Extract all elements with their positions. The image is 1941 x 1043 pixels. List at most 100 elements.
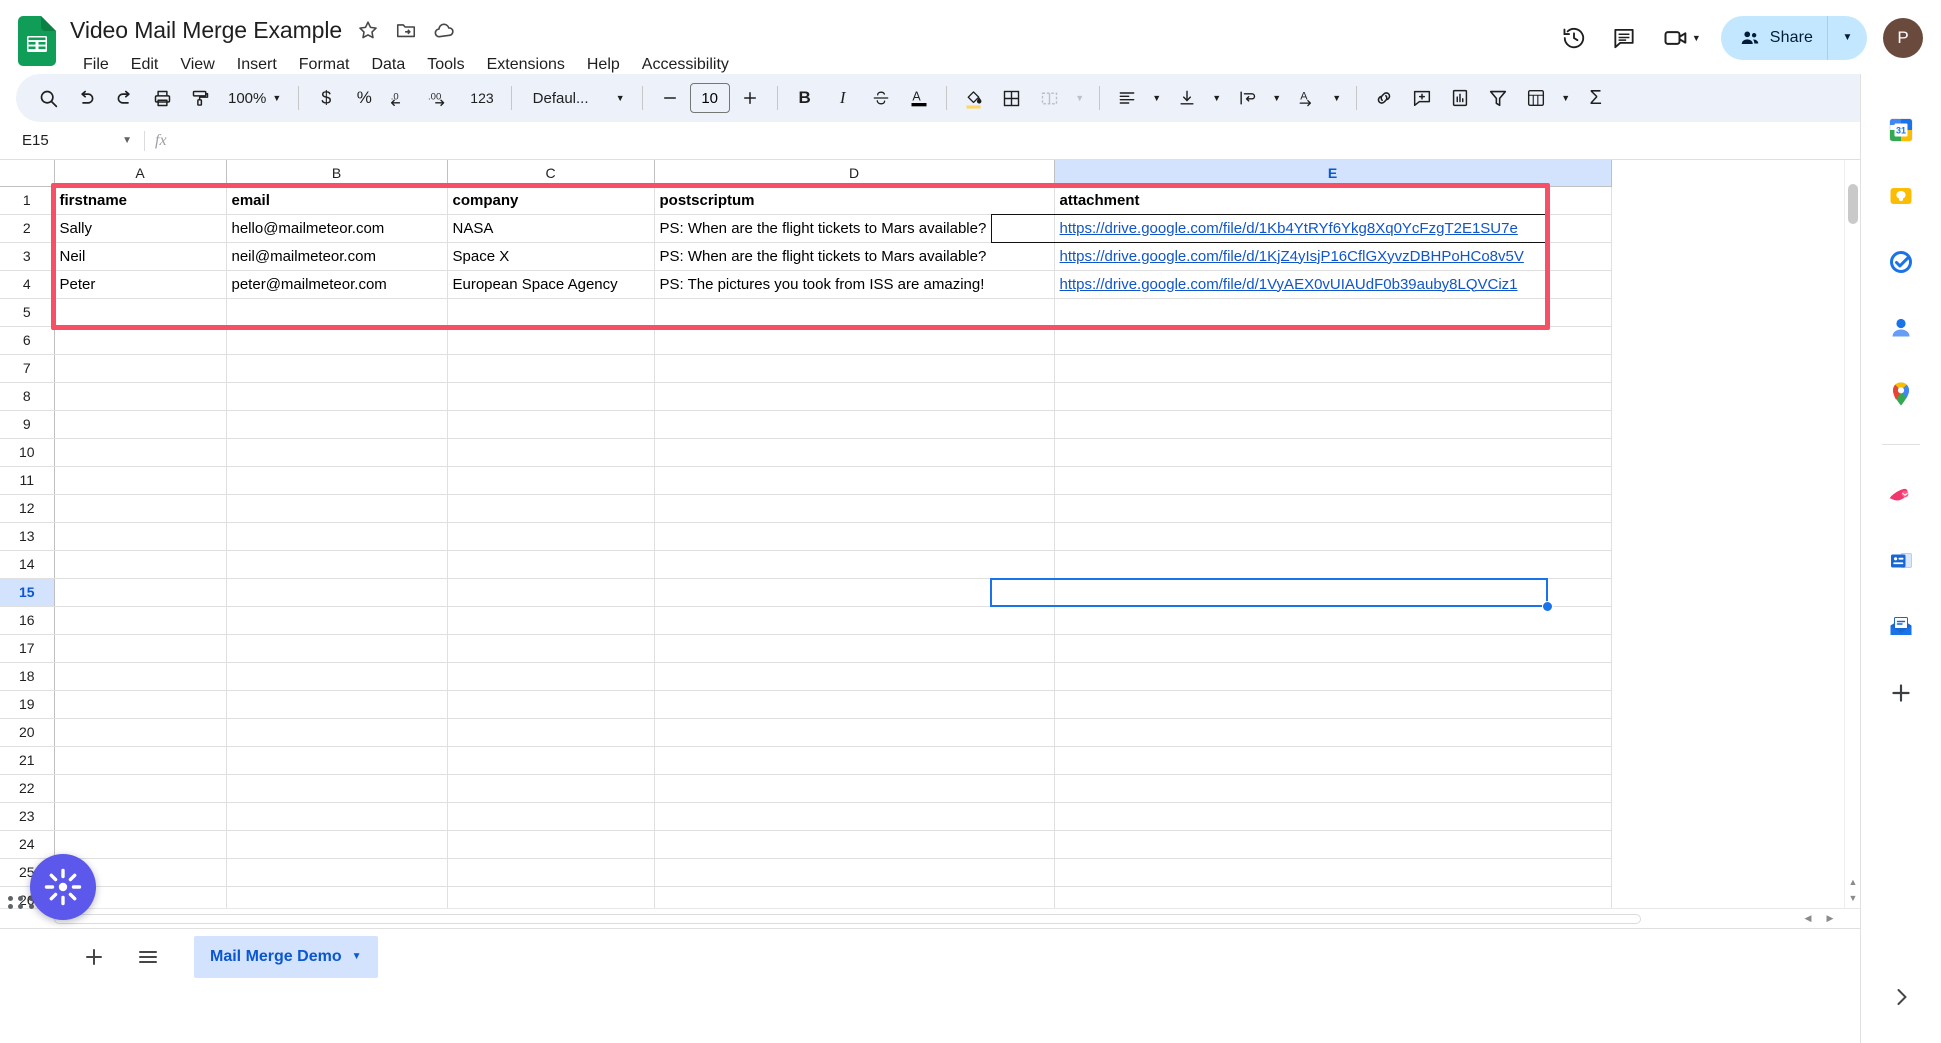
increase-decimal-button[interactable]: .00 <box>422 80 460 116</box>
decrease-font-size-button[interactable] <box>652 80 688 116</box>
cell-b22[interactable] <box>226 774 448 803</box>
cell-c7[interactable] <box>447 354 655 383</box>
cell-d26[interactable] <box>654 886 1055 908</box>
cell-c20[interactable] <box>447 718 655 747</box>
cell-d5[interactable] <box>654 298 1055 327</box>
cell-a13[interactable] <box>54 522 227 551</box>
merge-cells-caret-icon[interactable]: ▼ <box>1070 80 1090 116</box>
menu-accessibility[interactable]: Accessibility <box>631 52 740 78</box>
cell-e3[interactable]: https://drive.google.com/file/d/1KjZ4yIs… <box>1054 242 1612 271</box>
cell-c8[interactable] <box>447 382 655 411</box>
row-header-10[interactable]: 10 <box>0 438 55 467</box>
cell-b13[interactable] <box>226 522 448 551</box>
cell-d23[interactable] <box>654 802 1055 831</box>
cell-b24[interactable] <box>226 830 448 859</box>
cell-e25[interactable] <box>1054 858 1612 887</box>
cell-b1[interactable]: email <box>226 186 448 215</box>
horizontal-scroll-thumb[interactable] <box>54 913 1641 924</box>
cell-e19[interactable] <box>1054 690 1612 719</box>
cell-c10[interactable] <box>447 438 655 467</box>
cell-c6[interactable] <box>447 326 655 355</box>
more-formats-button[interactable]: 123 <box>462 80 501 116</box>
cell-c14[interactable] <box>447 550 655 579</box>
row-header-1[interactable]: 1 <box>0 186 55 215</box>
strikethrough-button[interactable] <box>863 80 899 116</box>
cell-b21[interactable] <box>226 746 448 775</box>
cell-d11[interactable] <box>654 466 1055 495</box>
cell-e6[interactable] <box>1054 326 1612 355</box>
cell-e12[interactable] <box>1054 494 1612 523</box>
cell-b12[interactable] <box>226 494 448 523</box>
cell-a17[interactable] <box>54 634 227 663</box>
cell-d18[interactable] <box>654 662 1055 691</box>
menu-help[interactable]: Help <box>576 52 631 78</box>
font-family-select[interactable]: Defaul... ▼ <box>521 80 633 116</box>
cell-c23[interactable] <box>447 802 655 831</box>
cell-b16[interactable] <box>226 606 448 635</box>
text-wrapping-caret-icon[interactable]: ▼ <box>1267 80 1287 116</box>
row-header-7[interactable]: 7 <box>0 354 55 383</box>
print-icon[interactable] <box>144 80 180 116</box>
row-header-6[interactable]: 6 <box>0 326 55 355</box>
scroll-left-arrow-icon[interactable]: ◀ <box>1797 913 1819 924</box>
row-header-20[interactable]: 20 <box>0 718 55 747</box>
insert-chart-icon[interactable] <box>1442 80 1478 116</box>
cell-a16[interactable] <box>54 606 227 635</box>
cell-c18[interactable] <box>447 662 655 691</box>
cell-b18[interactable] <box>226 662 448 691</box>
column-header-b[interactable]: B <box>226 160 448 187</box>
cell-c17[interactable] <box>447 634 655 663</box>
cell-d10[interactable] <box>654 438 1055 467</box>
cell-e17[interactable] <box>1054 634 1612 663</box>
cell-d6[interactable] <box>654 326 1055 355</box>
row-header-8[interactable]: 8 <box>0 382 55 411</box>
cell-b2[interactable]: hello@mailmeteor.com <box>226 214 448 243</box>
text-rotation-caret-icon[interactable]: ▼ <box>1327 80 1347 116</box>
cell-a2[interactable]: Sally <box>54 214 227 243</box>
vertical-scrollbar[interactable]: ▲ ▼ <box>1844 160 1860 908</box>
cell-c2[interactable]: NASA <box>447 214 655 243</box>
cell-a7[interactable] <box>54 354 227 383</box>
vertical-align-caret-icon[interactable]: ▼ <box>1207 80 1227 116</box>
cell-c19[interactable] <box>447 690 655 719</box>
row-header-11[interactable]: 11 <box>0 466 55 495</box>
menu-insert[interactable]: Insert <box>226 52 288 78</box>
cell-d24[interactable] <box>654 830 1055 859</box>
menu-format[interactable]: Format <box>288 52 361 78</box>
row-header-2[interactable]: 2 <box>0 214 55 243</box>
column-header-e[interactable]: E <box>1054 160 1612 187</box>
fill-handle[interactable] <box>1542 601 1553 612</box>
google-contacts-icon[interactable] <box>1881 308 1921 348</box>
cell-a21[interactable] <box>54 746 227 775</box>
horizontal-align-caret-icon[interactable]: ▼ <box>1147 80 1167 116</box>
cell-a24[interactable] <box>54 830 227 859</box>
cell-c9[interactable] <box>447 410 655 439</box>
cell-d13[interactable] <box>654 522 1055 551</box>
cell-b9[interactable] <box>226 410 448 439</box>
zoom-control[interactable]: 100% ▼ <box>220 80 289 116</box>
join-meeting-icon[interactable]: ▼ <box>1652 16 1707 60</box>
cell-b5[interactable] <box>226 298 448 327</box>
mailmeteor-addon-icon[interactable] <box>1881 475 1921 515</box>
cell-d4[interactable]: PS: The pictures you took from ISS are a… <box>654 270 1055 299</box>
cell-e9[interactable] <box>1054 410 1612 439</box>
cell-b19[interactable] <box>226 690 448 719</box>
cell-a14[interactable] <box>54 550 227 579</box>
cell-d17[interactable] <box>654 634 1055 663</box>
cell-c1[interactable]: company <box>447 186 655 215</box>
cell-d21[interactable] <box>654 746 1055 775</box>
row-header-9[interactable]: 9 <box>0 410 55 439</box>
sum-icon[interactable]: Σ <box>1578 80 1614 116</box>
cell-b6[interactable] <box>226 326 448 355</box>
cell-d1[interactable]: postscriptum <box>654 186 1055 215</box>
formula-input[interactable] <box>181 122 1941 159</box>
cell-e16[interactable] <box>1054 606 1612 635</box>
page-title[interactable]: Video Mail Merge Example <box>70 17 342 44</box>
cell-a11[interactable] <box>54 466 227 495</box>
cell-c16[interactable] <box>447 606 655 635</box>
sheet-tab-mail-merge-demo[interactable]: Mail Merge Demo ▼ <box>194 935 378 978</box>
cell-b11[interactable] <box>226 466 448 495</box>
cell-a5[interactable] <box>54 298 227 327</box>
menu-data[interactable]: Data <box>360 52 416 78</box>
cell-a9[interactable] <box>54 410 227 439</box>
